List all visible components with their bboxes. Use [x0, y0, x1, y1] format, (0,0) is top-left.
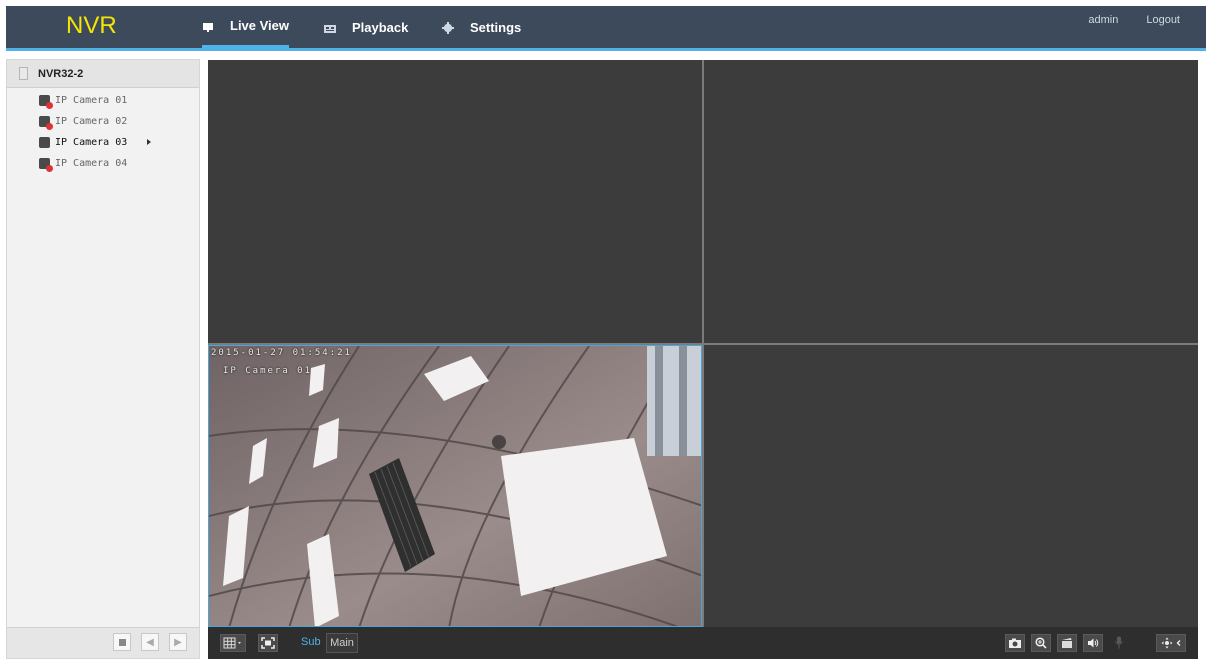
snapshot-button[interactable] [1005, 634, 1025, 652]
ptz-control-button[interactable] [1156, 634, 1186, 652]
stop-icon [118, 638, 126, 646]
camera-item[interactable]: IP Camera 01 [7, 90, 199, 111]
playback-icon [324, 22, 336, 33]
main-stream-button[interactable]: Main [326, 633, 358, 653]
camera-icon [39, 158, 53, 172]
camera-item[interactable]: IP Camera 02 [7, 111, 199, 132]
audio-icon [1088, 638, 1099, 648]
camera-item-selected[interactable]: IP Camera 03 [7, 132, 199, 153]
audio-button[interactable] [1083, 634, 1103, 652]
snapshot-icon [1009, 638, 1021, 648]
top-navigation-bar: NVR Live View Playback Settings admin Lo… [6, 6, 1206, 51]
monitor-icon [202, 21, 214, 32]
stop-button[interactable] [113, 633, 131, 651]
camera-icon [39, 137, 50, 148]
username: admin [1088, 14, 1119, 26]
device-node[interactable]: NVR32-2 [7, 60, 199, 88]
offline-badge-icon [46, 165, 53, 172]
tab-playback-label: Playback [352, 19, 409, 35]
gear-icon [442, 22, 454, 34]
tab-playback[interactable]: Playback [324, 6, 408, 48]
device-name: NVR32-2 [38, 67, 84, 80]
main-stream-label: Main [330, 637, 354, 649]
zoom-icon [1035, 637, 1047, 649]
camera-label: IP Camera 03 [55, 137, 128, 148]
video-pane-3-active[interactable]: 2015-01-27 01:54:21 IP Camera 01 [208, 345, 702, 627]
camera-label: IP Camera 01 [55, 95, 128, 106]
tab-settings-label: Settings [470, 19, 522, 35]
sub-stream-button[interactable]: Sub [301, 636, 321, 648]
record-icon [1062, 638, 1072, 648]
video-camera-name: IP Camera 01 [223, 366, 313, 376]
layout-icon [223, 637, 241, 649]
offline-badge-icon [46, 123, 53, 130]
next-icon: ▶ [174, 636, 182, 648]
device-icon [19, 67, 28, 80]
camera-label: IP Camera 02 [55, 116, 128, 127]
live-view-toolbar: Sub Main [208, 627, 1198, 659]
prev-icon: ◀ [146, 636, 154, 648]
camera-feed-image [209, 346, 701, 626]
offline-badge-icon [46, 102, 53, 109]
tab-settings[interactable]: Settings [442, 6, 521, 48]
fullscreen-icon [261, 637, 275, 649]
video-pane-4[interactable] [704, 345, 1198, 627]
fullscreen-button[interactable] [258, 634, 278, 652]
sidebar-controls: ◀ ▶ [7, 627, 199, 658]
app-logo: NVR [66, 12, 117, 39]
video-timestamp: 2015-01-27 01:54:21 [211, 348, 352, 358]
ptz-icon [1161, 637, 1181, 649]
camera-label: IP Camera 04 [55, 158, 128, 169]
video-pane-2[interactable] [704, 60, 1198, 343]
logout-link[interactable]: Logout [1146, 14, 1180, 26]
microphone-button[interactable] [1114, 636, 1124, 654]
tab-live-view-label: Live View [230, 18, 290, 33]
device-sidebar: NVR32-2 IP Camera 01 IP Camera 02 IP Cam… [6, 59, 200, 659]
microphone-icon [1115, 636, 1123, 649]
camera-item[interactable]: IP Camera 04 [7, 153, 199, 174]
record-button[interactable] [1057, 634, 1077, 652]
chevron-right-icon[interactable] [147, 139, 151, 145]
camera-icon [39, 95, 53, 109]
next-button[interactable]: ▶ [169, 633, 187, 651]
live-view-grid: 2015-01-27 01:54:21 IP Camera 01 [208, 60, 1198, 627]
prev-button[interactable]: ◀ [141, 633, 159, 651]
camera-icon [39, 116, 53, 130]
layout-button[interactable] [220, 634, 246, 652]
tab-live-view[interactable]: Live View [202, 6, 290, 48]
video-pane-1[interactable] [208, 60, 702, 343]
digital-zoom-button[interactable] [1031, 634, 1051, 652]
